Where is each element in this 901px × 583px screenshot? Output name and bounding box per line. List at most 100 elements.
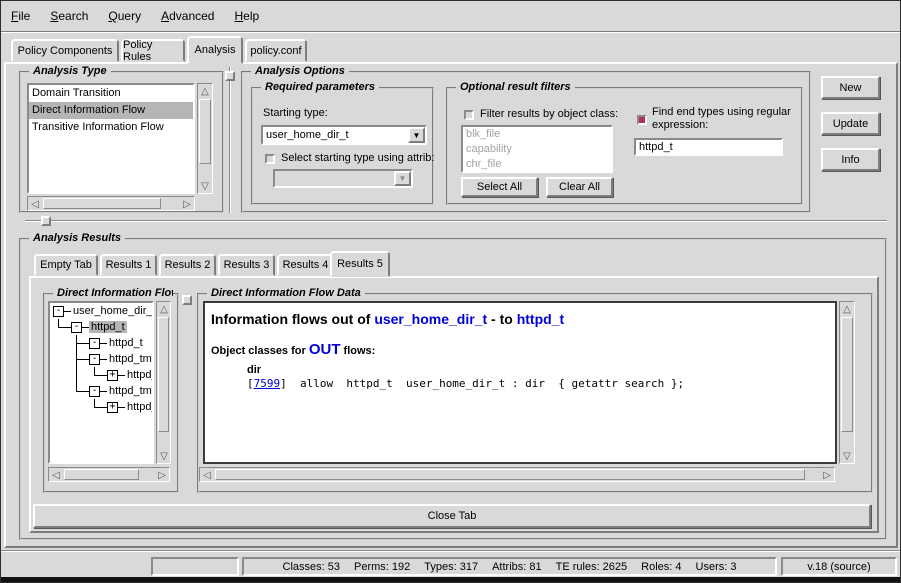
list-item: chr_file <box>463 157 611 172</box>
rule-number-link[interactable]: 7599 <box>254 377 281 390</box>
tab-results-2[interactable]: Results 2 <box>159 254 216 276</box>
start-type: user_home_dir_t <box>374 311 487 327</box>
tab-analysis[interactable]: Analysis <box>187 36 243 64</box>
tree-expander-icon[interactable]: - <box>71 322 82 333</box>
attrib-value <box>275 171 394 186</box>
list-item[interactable]: Transitive Information Flow <box>29 119 193 136</box>
end-type: httpd_t <box>517 311 564 327</box>
apol-window: File Search Query Advanced Help Policy C… <box>0 0 901 583</box>
analysis-type-hscrollbar[interactable]: ◁ ▷ <box>27 196 195 211</box>
flow-header: Information flows out of user_home_dir_t… <box>211 311 835 327</box>
tree-expander-icon[interactable]: - <box>89 386 100 397</box>
scroll-down-icon[interactable]: ▽ <box>157 449 171 463</box>
pane-divider <box>229 67 231 213</box>
object-class-name: dir <box>247 364 835 376</box>
scroll-right-icon[interactable]: ▷ <box>155 468 169 482</box>
tree-row[interactable]: +httpd_t <box>50 367 152 383</box>
flow-tree-title: Direct Information Flow T <box>53 287 173 299</box>
filter-object-class-label: Filter results by object class: <box>480 108 618 121</box>
close-tab-button[interactable]: Close Tab <box>33 504 871 528</box>
scroll-left-icon[interactable]: ◁ <box>49 468 63 482</box>
update-button[interactable]: Update <box>821 112 880 135</box>
policy-version: v.18 (source) <box>807 561 870 573</box>
stat-attribs: Attribs: 81 <box>492 561 542 573</box>
scroll-right-icon[interactable]: ▷ <box>180 197 194 211</box>
tab-results-4[interactable]: Results 4 <box>277 254 334 276</box>
flow-tree-hscrollbar[interactable]: ◁ ▷ <box>48 467 170 482</box>
scroll-thumb[interactable] <box>199 99 211 164</box>
flow-tree[interactable]: -user_home_dir_t -httpd_t -httpd_t -http… <box>48 301 154 464</box>
tree-expander-icon[interactable]: + <box>107 402 118 413</box>
tree-row[interactable]: -httpd_tmp_t <box>50 351 152 367</box>
scroll-down-icon[interactable]: ▽ <box>198 179 212 193</box>
tree-expander-icon[interactable]: - <box>89 338 100 349</box>
list-item-selected[interactable]: Direct Information Flow <box>29 102 193 119</box>
scroll-thumb[interactable] <box>64 469 139 480</box>
regex-checkbox[interactable] <box>637 115 647 125</box>
tab-policy-components[interactable]: Policy Components <box>11 39 119 62</box>
flow-data-hscrollbar[interactable]: ◁ ▷ <box>199 467 835 482</box>
tree-expander-icon[interactable]: + <box>107 370 118 381</box>
tree-row-selected[interactable]: -httpd_t <box>50 319 152 335</box>
tab-results-3[interactable]: Results 3 <box>218 254 275 276</box>
menu-query[interactable]: Query <box>108 9 141 23</box>
tree-expander-icon[interactable]: - <box>89 354 100 365</box>
scroll-thumb[interactable] <box>43 198 161 209</box>
scroll-down-icon[interactable]: ▽ <box>840 449 854 463</box>
pane-sash-handle[interactable] <box>225 71 235 81</box>
results-sash-handle[interactable] <box>41 216 51 226</box>
menu-file[interactable]: File <box>11 9 30 23</box>
scroll-up-icon[interactable]: △ <box>157 302 171 316</box>
chevron-down-icon: ▼ <box>394 171 411 186</box>
analysis-type-vscrollbar[interactable]: △ ▽ <box>197 83 213 194</box>
tree-row[interactable]: -httpd_t <box>50 335 152 351</box>
chevron-down-icon[interactable]: ▼ <box>408 127 425 143</box>
required-parameters-title: Required parameters <box>261 81 379 93</box>
scroll-left-icon[interactable]: ◁ <box>200 468 214 482</box>
stat-users: Users: 3 <box>696 561 737 573</box>
analysis-type-listbox[interactable]: Domain Transition Direct Information Flo… <box>27 83 195 194</box>
info-button[interactable]: Info <box>821 148 880 171</box>
regex-input[interactable] <box>634 138 783 156</box>
menu-advanced[interactable]: Advanced <box>161 9 214 23</box>
tab-results-5[interactable]: Results 5 <box>330 251 390 277</box>
clear-all-button[interactable]: Clear All <box>546 177 613 197</box>
list-item[interactable]: Domain Transition <box>29 85 193 102</box>
tab-policy-conf[interactable]: policy.conf <box>245 39 307 62</box>
new-button[interactable]: New <box>821 76 880 99</box>
flow-tree-vscrollbar[interactable]: △ ▽ <box>156 301 171 464</box>
stat-te-rules: TE rules: 2625 <box>556 561 628 573</box>
analysis-options-title: Analysis Options <box>251 65 349 77</box>
scroll-left-icon[interactable]: ◁ <box>28 197 42 211</box>
tab-policy-rules[interactable]: Policy Rules <box>121 39 185 62</box>
tab-empty-tab[interactable]: Empty Tab <box>34 254 98 276</box>
filter-object-class-checkbox[interactable] <box>464 110 474 120</box>
starting-type-combobox[interactable]: user_home_dir_t ▼ <box>261 125 427 145</box>
analysis-results-title: Analysis Results <box>29 232 125 244</box>
analysis-type-title: Analysis Type <box>29 65 111 77</box>
flow-data-vscrollbar[interactable]: △ ▽ <box>839 301 855 464</box>
results-pane-sash-handle[interactable] <box>182 295 192 305</box>
tree-row[interactable]: +httpd_t <box>50 399 152 415</box>
scroll-thumb[interactable] <box>215 469 805 480</box>
scroll-thumb[interactable] <box>841 317 853 432</box>
regex-checkbox-label: Find end types using regular expression: <box>652 106 791 132</box>
list-item: blk_file <box>463 127 611 142</box>
window-bottom-edge <box>1 577 900 582</box>
menu-bar: File Search Query Advanced Help <box>1 1 900 32</box>
flow-data-text[interactable]: Information flows out of user_home_dir_t… <box>203 301 837 464</box>
menu-help[interactable]: Help <box>234 9 259 23</box>
scroll-thumb[interactable] <box>158 317 169 432</box>
scroll-right-icon[interactable]: ▷ <box>820 468 834 482</box>
tree-row[interactable]: -user_home_dir_t <box>50 303 152 319</box>
stat-classes: Classes: 53 <box>283 561 340 573</box>
tree-row[interactable]: -httpd_tmpfs_t <box>50 383 152 399</box>
scroll-up-icon[interactable]: △ <box>840 302 854 316</box>
menu-search[interactable]: Search <box>50 9 88 23</box>
flow-data-title: Direct Information Flow Data <box>207 287 365 299</box>
tree-expander-icon[interactable]: - <box>53 306 64 317</box>
select-all-button[interactable]: Select All <box>461 177 538 197</box>
scroll-up-icon[interactable]: △ <box>198 84 212 98</box>
tab-results-1[interactable]: Results 1 <box>100 254 157 276</box>
attrib-checkbox[interactable] <box>265 154 275 164</box>
